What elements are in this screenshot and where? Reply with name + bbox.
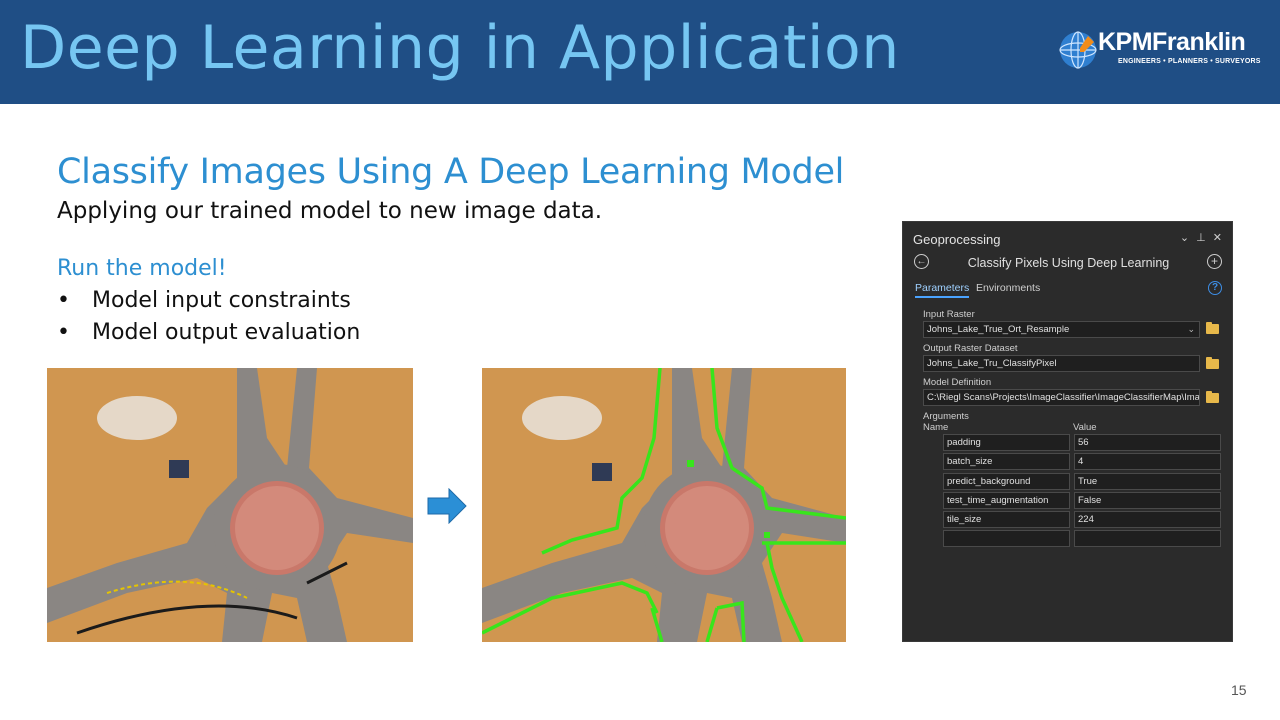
company-logo: KPMFranklin ENGINEERS • PLANNERS • SURVE… [1058,26,1278,78]
argument-name-cell[interactable]: test_time_augmentation [943,491,1070,509]
input-raster-label: Input Raster [923,309,975,320]
output-raster-value: Johns_Lake_Tru_ClassifyPixel [927,358,1057,369]
argument-value-cell[interactable]: False [1074,491,1221,509]
column-header-value: Value [1073,422,1097,433]
arguments-label: Arguments [923,411,969,422]
folder-icon[interactable] [1206,357,1219,369]
tool-name: Classify Pixels Using Deep Learning [967,256,1170,270]
input-raster-value: Johns_Lake_True_Ort_Resample [927,324,1070,335]
argument-name-cell[interactable]: predict_background [943,472,1070,490]
argument-value-cell[interactable]: 4 [1074,453,1221,471]
close-icon[interactable]: ✕ [1213,232,1222,244]
argument-name-cell[interactable]: batch_size [943,453,1070,471]
pane-controls: ⌄ ⊥ ✕ [1176,231,1222,244]
output-raster-label: Output Raster Dataset [923,343,1018,354]
logo-tagline: ENGINEERS • PLANNERS • SURVEYORS [1118,58,1261,65]
argument-name-cell[interactable]: tile_size [943,511,1070,529]
bullet-glyph: • [57,320,70,345]
bullet-item: • Model output evaluation [57,318,360,350]
title-banner: Deep Learning in Application KPMFranklin… [0,0,1280,104]
argument-value-cell[interactable] [1074,530,1221,548]
folder-icon[interactable] [1206,391,1219,403]
pane-title: Geoprocessing [913,232,1001,247]
bullet-glyph: • [57,288,70,313]
lead-text: Applying our trained model to new image … [57,198,603,224]
model-definition-label: Model Definition [923,377,992,388]
tab-parameters[interactable]: Parameters [915,282,970,298]
aerial-image-classified [482,368,846,642]
slide-subtitle: Classify Images Using A Deep Learning Mo… [57,152,845,192]
argument-value-cell[interactable]: 224 [1074,511,1221,529]
argument-value-cell[interactable]: 56 [1074,434,1221,451]
folder-icon[interactable] [1206,322,1219,334]
slide-title: Deep Learning in Application [20,13,900,83]
chevron-down-icon[interactable]: ⌄ [1187,322,1195,337]
pane-menu-icon[interactable]: ⌄ [1180,232,1189,244]
globe-icon [1059,31,1097,69]
bullet-text: Model output evaluation [92,320,361,345]
pin-icon[interactable]: ⊥ [1196,232,1206,244]
help-icon[interactable]: ? [1208,281,1222,295]
output-raster-field[interactable]: Johns_Lake_Tru_ClassifyPixel [923,355,1200,372]
bullet-text: Model input constraints [92,288,351,313]
argument-name-cell[interactable] [943,530,1070,548]
input-raster-field[interactable]: Johns_Lake_True_Ort_Resample ⌄ [923,321,1200,338]
model-definition-value: C:\Riegl Scans\Projects\ImageClassifier\… [927,392,1200,403]
right-arrow-icon [427,488,467,524]
aerial-image-original [47,368,413,642]
column-header-name: Name [923,422,949,433]
geoprocessing-pane: Geoprocessing ⌄ ⊥ ✕ ← Classify Pixels Us… [902,221,1233,642]
bullet-item: • Model input constraints [57,286,360,318]
argument-name-cell[interactable]: padding [943,434,1070,451]
logo-wordmark: KPMFranklin [1098,28,1246,56]
page-number: 15 [1231,682,1247,698]
bullet-list: • Model input constraints • Model output e… [57,286,360,350]
argument-value-cell[interactable]: True [1074,472,1221,490]
model-definition-field[interactable]: C:\Riegl Scans\Projects\ImageClassifier\… [923,389,1200,406]
run-heading: Run the model! [57,256,227,281]
add-icon[interactable]: + [1207,254,1222,269]
tab-environments[interactable]: Environments [976,282,1040,294]
